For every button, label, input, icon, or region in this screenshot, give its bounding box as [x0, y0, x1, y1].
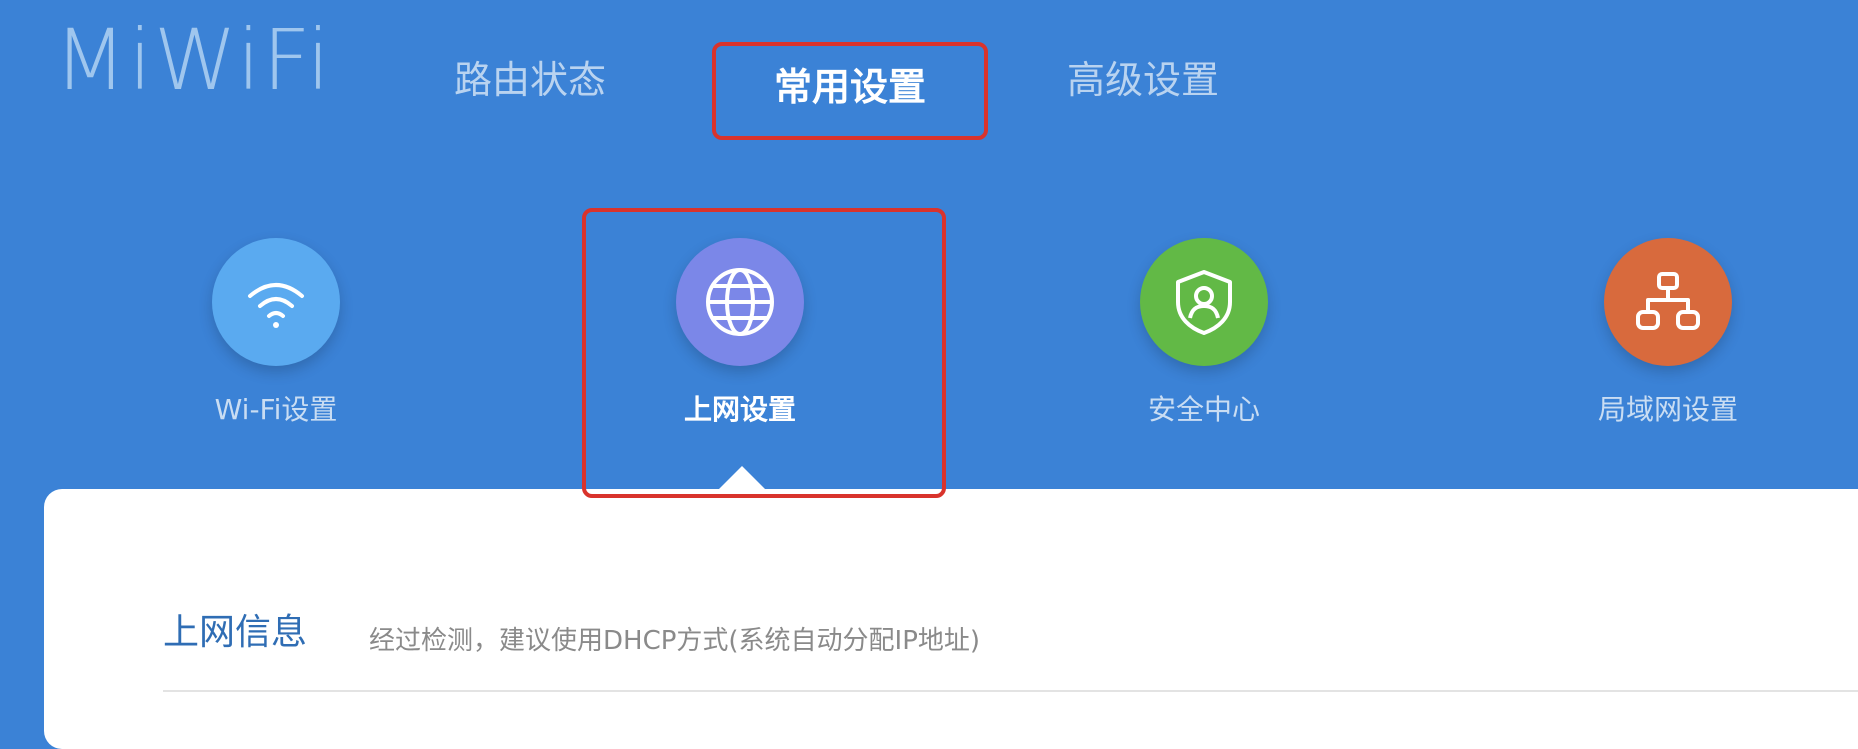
- tab-router-status[interactable]: 路由状态: [430, 50, 630, 110]
- divider: [163, 690, 1858, 692]
- network-icon: [1604, 238, 1732, 366]
- tab-advanced-settings[interactable]: 高级设置: [1043, 50, 1243, 110]
- wifi-icon: [212, 238, 340, 366]
- top-navigation: 路由状态 常用设置 高级设置: [0, 0, 1858, 160]
- subnav-item-label: Wi-Fi设置: [214, 393, 338, 426]
- subnav-item-label: 局域网设置: [1597, 393, 1738, 426]
- content-panel: [44, 489, 1858, 749]
- globe-icon: [676, 238, 804, 366]
- subnav-item-label: 安全中心: [1147, 393, 1260, 426]
- subnav-item-internet[interactable]: 上网设置: [640, 238, 840, 428]
- subnav-item-wifi[interactable]: Wi-Fi设置: [176, 238, 376, 428]
- subnav-item-security[interactable]: 安全中心: [1104, 238, 1304, 428]
- section-description: 经过检测，建议使用DHCP方式(系统自动分配IP地址): [369, 626, 981, 656]
- subnav-item-label: 上网设置: [683, 393, 796, 426]
- subnav-item-lan[interactable]: 局域网设置: [1568, 238, 1768, 428]
- tab-common-settings[interactable]: 常用设置: [712, 42, 988, 140]
- active-tab-pointer: [718, 466, 766, 490]
- section-title: 上网信息: [163, 612, 308, 653]
- shield-user-icon: [1140, 238, 1268, 366]
